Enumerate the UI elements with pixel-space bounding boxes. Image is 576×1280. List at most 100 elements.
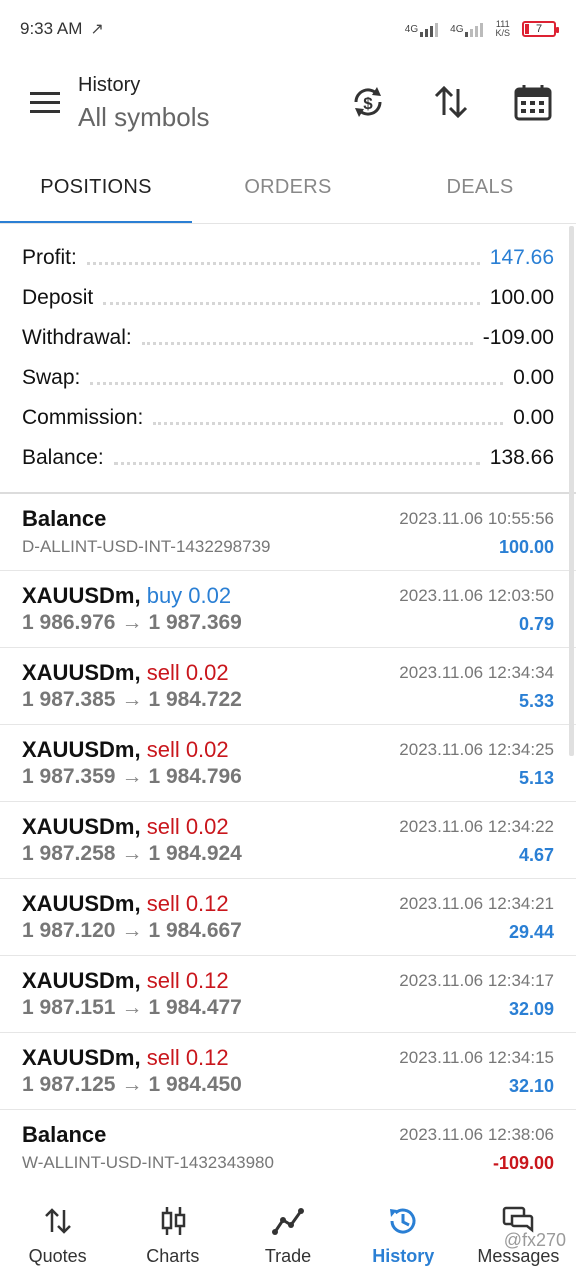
- summary-value: 0.00: [503, 406, 554, 430]
- summary-value: 0.00: [503, 366, 554, 390]
- symbol-filter[interactable]: All symbols: [78, 102, 209, 133]
- tabs-divider: [0, 223, 576, 224]
- history-list: Balance D-ALLINT-USD-INT-1432298739 2023…: [0, 494, 576, 1187]
- currency-exchange-icon[interactable]: $: [348, 82, 388, 122]
- item-side: sell 0.12: [146, 968, 229, 993]
- dotted-leader: [113, 461, 480, 465]
- menu-icon[interactable]: [30, 92, 60, 114]
- item-date: 2023.11.06 12:34:17: [399, 971, 554, 990]
- item-date: 2023.11.06 12:38:06: [399, 1125, 554, 1144]
- calendar-icon[interactable]: [513, 82, 553, 122]
- dotted-leader: [153, 421, 504, 425]
- list-item-position[interactable]: XAUUSDm, sell 0.02 1 987.359 → 1 984.796 2…: [0, 725, 576, 802]
- signal-bars-icon: [420, 21, 439, 37]
- summary-row-balance: Balance: 138.66: [0, 438, 576, 478]
- signal-1: 4G: [405, 21, 439, 37]
- nav-trade[interactable]: Trade: [230, 1180, 345, 1280]
- close-price: 1 984.477: [148, 996, 242, 1019]
- nav-quotes[interactable]: Quotes: [0, 1180, 115, 1280]
- network-speed-unit: K/S: [495, 28, 510, 38]
- summary-label: Commission:: [22, 406, 154, 430]
- scrollbar[interactable]: [569, 226, 574, 756]
- item-prices: 1 987.359 → 1 984.796: [22, 765, 242, 789]
- arrow-icon: →: [121, 996, 143, 1019]
- list-item-balance[interactable]: Balance W-ALLINT-USD-INT-1432343980 2023…: [0, 1110, 576, 1187]
- dotted-leader: [141, 341, 473, 345]
- item-side: sell 0.02: [146, 737, 229, 762]
- arrow-icon: →: [121, 1073, 143, 1096]
- app-header: History All symbols $: [0, 58, 576, 150]
- list-item-position[interactable]: XAUUSDm, sell 0.12 1 987.151 → 1 984.477 2…: [0, 956, 576, 1033]
- item-side: sell 0.12: [146, 1045, 229, 1070]
- signal-2: 4G: [450, 21, 484, 37]
- account-summary: Profit: 147.66 Deposit 100.00 Withdrawal…: [0, 238, 576, 478]
- item-symbol: XAUUSDm,: [22, 891, 141, 916]
- close-price: 1 984.796: [148, 765, 242, 788]
- dotted-leader: [90, 381, 504, 385]
- tab-positions[interactable]: POSITIONS: [0, 150, 192, 224]
- bottom-nav: Quotes Charts Trade History Messages: [0, 1180, 576, 1280]
- list-item-position[interactable]: XAUUSDm, sell 0.12 1 987.125 → 1 984.450 2…: [0, 1033, 576, 1110]
- item-profit: 29.44: [508, 922, 554, 942]
- item-side: sell 0.12: [146, 891, 229, 916]
- open-price: 1 987.120: [22, 919, 116, 942]
- nav-history[interactable]: History: [346, 1180, 461, 1280]
- item-symbol: XAUUSDm,: [22, 737, 141, 762]
- history-tabs: POSITIONS ORDERS DEALS: [0, 150, 576, 224]
- item-side: sell 0.02: [146, 660, 229, 685]
- item-title: XAUUSDm, buy 0.02: [22, 583, 231, 609]
- watermark: @fx270: [503, 1230, 566, 1250]
- item-profit: 5.13: [518, 768, 554, 788]
- tab-orders[interactable]: ORDERS: [192, 150, 384, 224]
- network-label-2: 4G: [450, 23, 464, 35]
- summary-row-withdrawal: Withdrawal: -109.00: [0, 318, 576, 358]
- status-time: 9:33 AM: [20, 19, 83, 38]
- page-title: History: [78, 74, 141, 96]
- list-item-balance[interactable]: Balance D-ALLINT-USD-INT-1432298739 2023…: [0, 494, 576, 571]
- list-item-position[interactable]: XAUUSDm, sell 0.12 1 987.120 → 1 984.667 2…: [0, 879, 576, 956]
- item-profit: 32.09: [508, 999, 554, 1019]
- open-price: 1 987.359: [22, 765, 116, 788]
- item-side: buy 0.02: [146, 583, 232, 608]
- svg-text:$: $: [363, 94, 373, 113]
- summary-value: -109.00: [472, 326, 554, 350]
- item-profit: 5.33: [518, 691, 554, 711]
- item-prices: 1 987.385 → 1 984.722: [22, 688, 242, 712]
- arrow-icon: →: [121, 765, 143, 788]
- item-date: 2023.11.06 10:55:56: [399, 509, 554, 528]
- tab-deals[interactable]: DEALS: [384, 150, 576, 224]
- item-date: 2023.11.06 12:34:22: [399, 817, 554, 836]
- open-price: 1 987.385: [22, 688, 116, 711]
- close-price: 1 987.369: [148, 611, 242, 634]
- battery-icon: 7: [522, 21, 559, 37]
- sort-icon[interactable]: [431, 82, 471, 122]
- dotted-leader: [86, 261, 480, 265]
- summary-row-swap: Swap: 0.00: [0, 358, 576, 398]
- summary-row-deposit: Deposit 100.00: [0, 278, 576, 318]
- list-item-position[interactable]: XAUUSDm, buy 0.02 1 986.976 → 1 987.369 20…: [0, 571, 576, 648]
- close-price: 1 984.667: [148, 919, 242, 942]
- summary-value: 147.66: [479, 246, 554, 270]
- open-price: 1 987.258: [22, 842, 116, 865]
- summary-label: Swap:: [22, 366, 91, 390]
- list-item-position[interactable]: XAUUSDm, sell 0.02 1 987.258 → 1 984.924 2…: [0, 802, 576, 879]
- nav-charts[interactable]: Charts: [115, 1180, 230, 1280]
- trade-line-icon: [271, 1204, 305, 1238]
- item-prices: 1 987.120 → 1 984.667: [22, 919, 242, 943]
- summary-label: Balance:: [22, 446, 114, 470]
- open-price: 1 986.976: [22, 611, 116, 634]
- arrow-icon: →: [121, 688, 143, 711]
- close-price: 1 984.450: [148, 1073, 242, 1096]
- item-symbol: XAUUSDm,: [22, 1045, 141, 1070]
- nav-label: Quotes: [28, 1246, 87, 1266]
- arrow-icon: →: [121, 919, 143, 942]
- history-clock-icon: [386, 1204, 420, 1238]
- item-prices: 1 986.976 → 1 987.369: [22, 611, 242, 635]
- close-price: 1 984.722: [148, 688, 242, 711]
- close-price: 1 984.924: [148, 842, 242, 865]
- item-comment: D-ALLINT-USD-INT-1432298739: [22, 537, 271, 556]
- item-date: 2023.11.06 12:34:34: [399, 663, 554, 682]
- network-speed: 111 K/S: [495, 20, 510, 38]
- item-title: XAUUSDm, sell 0.02: [22, 660, 229, 686]
- list-item-position[interactable]: XAUUSDm, sell 0.02 1 987.385 → 1 984.722 2…: [0, 648, 576, 725]
